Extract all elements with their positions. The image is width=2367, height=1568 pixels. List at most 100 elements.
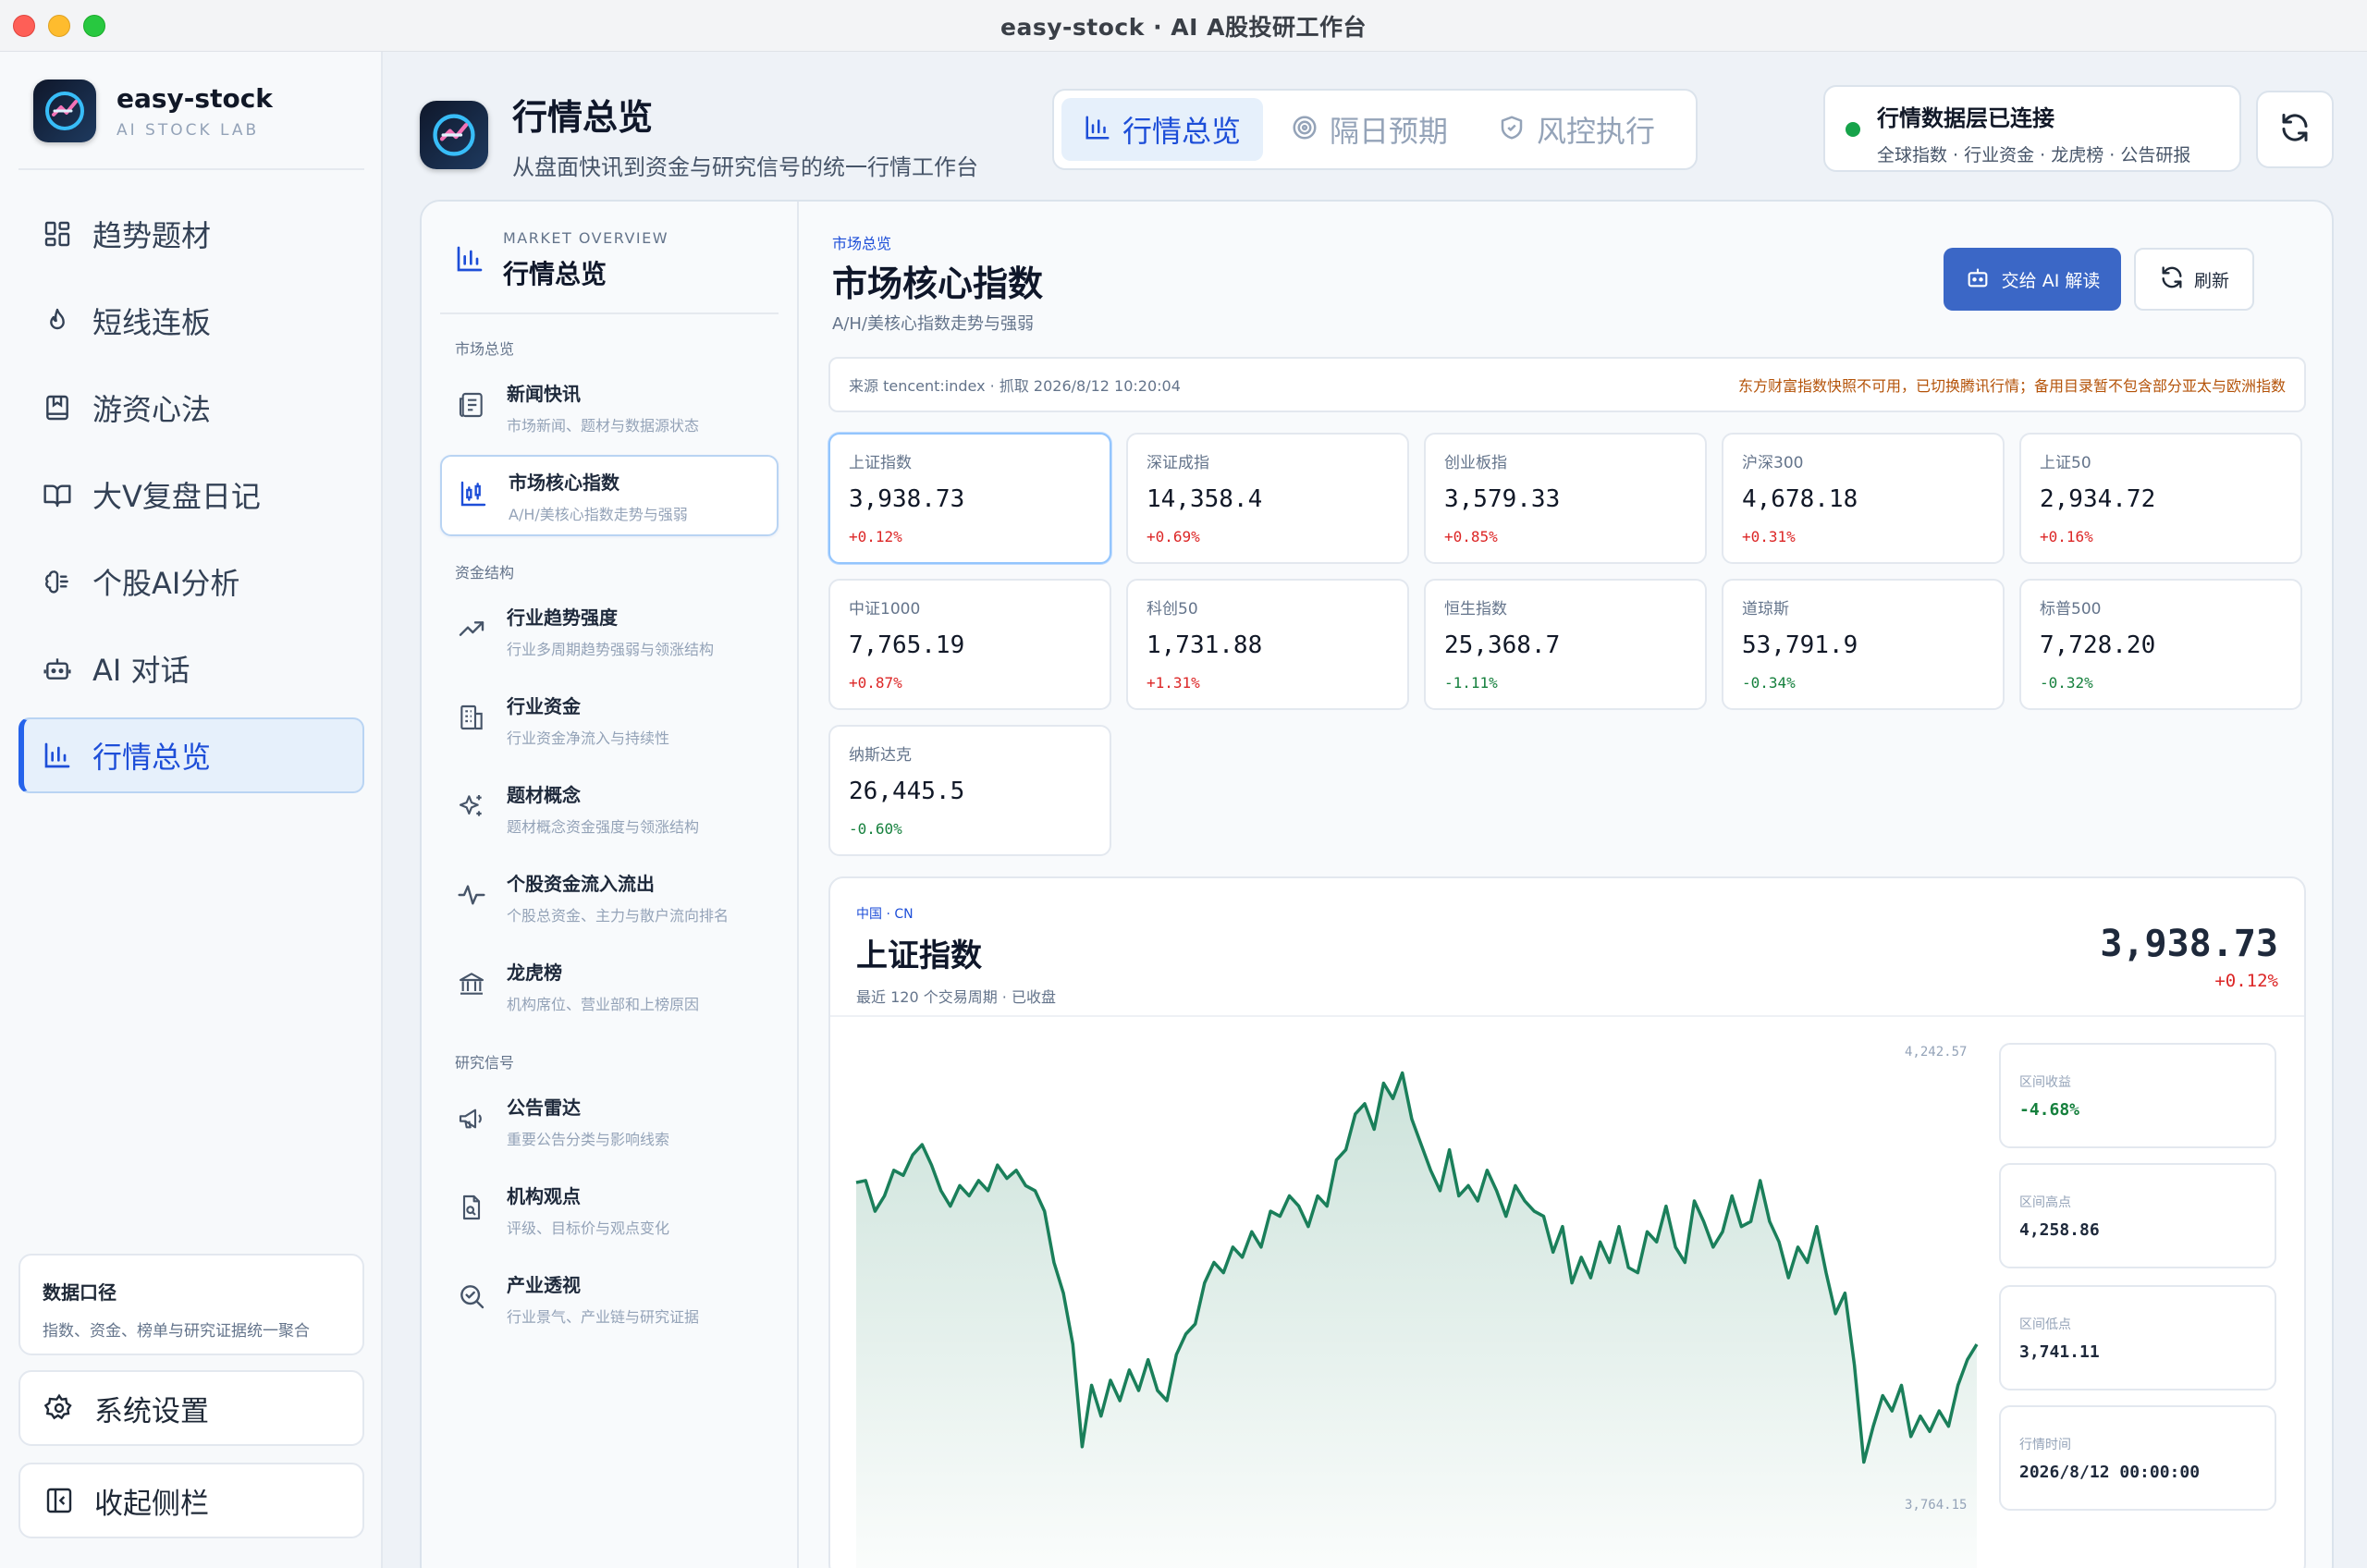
index-card[interactable]: 深证成指 14,358.4 +0.69% <box>1126 433 1409 564</box>
index-change: +0.16% <box>2040 528 2093 545</box>
subnav-item-desc: A/H/美核心指数走势与强弱 <box>509 505 688 523</box>
sidebar-item-market-overview[interactable]: 行情总览 <box>18 717 364 793</box>
index-name: 中证1000 <box>849 600 921 619</box>
close-window-button[interactable] <box>13 15 35 37</box>
tab-label: 风控执行 <box>1537 114 1656 149</box>
subnav-item-desc: 评级、目标价与观点变化 <box>507 1219 670 1237</box>
subnav-item-title: 产业透视 <box>507 1273 581 1296</box>
index-value: 26,445.5 <box>849 778 965 805</box>
stat-label: 区间高点 <box>2019 1195 2071 1210</box>
index-card[interactable]: 中证1000 7,765.19 +0.87% <box>828 579 1111 710</box>
sparkles-icon <box>457 791 486 825</box>
index-card[interactable]: 标普500 7,728.20 -0.32% <box>2019 579 2302 710</box>
tab-risk-control[interactable]: 风控执行 <box>1476 98 1677 161</box>
newspaper-icon <box>457 390 486 423</box>
sidebar-item-trend-themes[interactable]: 趋势题材 <box>18 196 364 272</box>
index-name: 沪深300 <box>1742 454 1804 472</box>
index-card[interactable]: 恒生指数 25,368.7 -1.11% <box>1424 579 1707 710</box>
page-title: 行情总览 <box>512 97 654 138</box>
bar-chart-icon <box>41 739 74 772</box>
candlestick-icon <box>459 479 488 512</box>
refresh-button[interactable]: 刷新 <box>2134 248 2254 311</box>
megaphone-icon <box>457 1104 486 1137</box>
sidebar-item-review-diary[interactable]: 大V复盘日记 <box>18 457 364 533</box>
subnav-item-title: 龙虎榜 <box>507 961 562 984</box>
sidebar-item-label: 趋势题材 <box>92 218 212 253</box>
data-scope-card: 数据口径 指数、资金、榜单与研究证据统一聚合 <box>18 1254 364 1355</box>
ai-interpret-button[interactable]: 交给 AI 解读 <box>1944 248 2121 311</box>
sidebar-item-label: 短线连板 <box>92 305 212 340</box>
index-value: 3,938.73 <box>849 485 965 513</box>
stat-label: 行情时间 <box>2019 1438 2071 1452</box>
subnav-item-dragon-tiger[interactable]: 龙虎榜 机构席位、营业部和上榜原因 <box>440 945 779 1026</box>
detail-index-change: +0.12% <box>2214 971 2278 991</box>
stat-range-return: 区间收益 -4.68% <box>1999 1043 2276 1148</box>
subnav-item-announcements[interactable]: 公告雷达 重要公告分类与影响线索 <box>440 1080 779 1161</box>
bar-chart-icon <box>1084 114 1111 145</box>
subnav-item-desc: 重要公告分类与影响线索 <box>507 1130 670 1148</box>
y-axis-min-label: 3,764.15 <box>1905 1498 1968 1513</box>
tab-market-overview[interactable]: 行情总览 <box>1061 98 1264 161</box>
index-name: 恒生指数 <box>1444 600 1507 619</box>
index-name: 创业板指 <box>1444 454 1507 472</box>
sidebar-item-hot-money[interactable]: 游资心法 <box>18 370 364 446</box>
settings-label: 系统设置 <box>94 1394 209 1428</box>
subnav-item-industry-funds[interactable]: 行业资金 行业资金净流入与持续性 <box>440 679 779 760</box>
chart-area-fill <box>856 1072 1977 1568</box>
source-bar: 来源 tencent:index · 抓取 2026/8/12 10:20:04… <box>828 357 2306 412</box>
subnav-item-stock-flows[interactable]: 个股资金流入流出 个股总资金、主力与散户流向排名 <box>440 856 779 937</box>
target-icon <box>1291 114 1318 145</box>
subnav-item-title: 行业趋势强度 <box>507 606 618 629</box>
divider <box>18 168 364 170</box>
page-header: 行情总览 从盘面快讯到资金与研究信号的统一行情工作台 <box>420 89 978 181</box>
minimize-window-button[interactable] <box>48 15 70 37</box>
subnav-item-core-indices[interactable]: 市场核心指数 A/H/美核心指数走势与强弱 <box>440 455 779 536</box>
index-change: +0.69% <box>1147 528 1200 545</box>
tab-next-day[interactable]: 隔日预期 <box>1269 98 1470 161</box>
index-value: 3,579.33 <box>1444 485 1561 513</box>
index-name: 上证50 <box>2040 454 2091 472</box>
detail-index-desc: 最近 120 个交易周期 · 已收盘 <box>856 988 1056 1006</box>
zoom-window-button[interactable] <box>83 15 105 37</box>
subnav-item-industry-trend[interactable]: 行业趋势强度 行业多周期趋势强弱与领涨结构 <box>440 590 779 671</box>
sidebar-item-stock-ai[interactable]: 个股AI分析 <box>18 544 364 619</box>
robot-icon <box>1965 264 1991 295</box>
window-controls <box>13 15 105 37</box>
subnav-item-desc: 个股总资金、主力与散户流向排名 <box>507 906 730 925</box>
collapse-sidebar-button[interactable]: 收起侧栏 <box>18 1463 364 1538</box>
index-change: +0.12% <box>849 528 902 545</box>
subnav-item-title: 题材概念 <box>507 783 581 806</box>
sidebar: easy-stock AI STOCK LAB 趋势题材 短线连板 游资心法 大… <box>0 52 383 1568</box>
sidebar-item-ai-chat[interactable]: AI 对话 <box>18 631 364 706</box>
subnav-item-industry-insight[interactable]: 产业透视 行业景气、产业链与研究证据 <box>440 1257 779 1339</box>
global-refresh-button[interactable] <box>2256 91 2334 168</box>
index-card[interactable]: 上证50 2,934.72 +0.16% <box>2019 433 2302 564</box>
robot-icon <box>41 652 74 685</box>
subnav-item-title: 公告雷达 <box>507 1096 581 1119</box>
subnav-item-institution-views[interactable]: 机构观点 评级、目标价与观点变化 <box>440 1169 779 1250</box>
subnav-item-concepts[interactable]: 题材概念 题材概念资金强度与领涨结构 <box>440 767 779 849</box>
index-value: 1,731.88 <box>1147 631 1263 659</box>
index-card[interactable]: 道琼斯 53,791.9 -0.34% <box>1722 579 2005 710</box>
stat-value: 2026/8/12 00:00:00 <box>2019 1463 2201 1482</box>
window-titlebar: easy-stock · AI A股投研工作台 <box>0 0 2367 52</box>
gear-icon <box>43 1391 76 1425</box>
main-panel: MARKET OVERVIEW 行情总览 市场总览 新闻快讯 市场新闻、题材与数… <box>420 200 2334 1568</box>
index-name: 深证成指 <box>1147 454 1209 472</box>
grid-icon <box>41 217 74 251</box>
subnav-item-news[interactable]: 新闻快讯 市场新闻、题材与数据源状态 <box>440 366 779 447</box>
sidebar-item-label: 个股AI分析 <box>92 566 240 601</box>
index-card[interactable]: 创业板指 3,579.33 +0.85% <box>1424 433 1707 564</box>
ai-interpret-label: 交给 AI 解读 <box>2001 270 2101 291</box>
sidebar-item-short-board[interactable]: 短线连板 <box>18 283 364 359</box>
settings-button[interactable]: 系统设置 <box>18 1370 364 1446</box>
index-name: 道琼斯 <box>1742 600 1789 619</box>
index-change: -0.60% <box>849 820 902 838</box>
index-card[interactable]: 沪深300 4,678.18 +0.31% <box>1722 433 2005 564</box>
index-value: 4,678.18 <box>1742 485 1858 513</box>
index-card[interactable]: 科创50 1,731.88 +1.31% <box>1126 579 1409 710</box>
stat-label: 区间收益 <box>2019 1075 2071 1090</box>
refresh-icon <box>2159 264 2185 295</box>
index-card[interactable]: 上证指数 3,938.73 +0.12% <box>828 433 1111 564</box>
index-card[interactable]: 纳斯达克 26,445.5 -0.60% <box>828 725 1111 856</box>
